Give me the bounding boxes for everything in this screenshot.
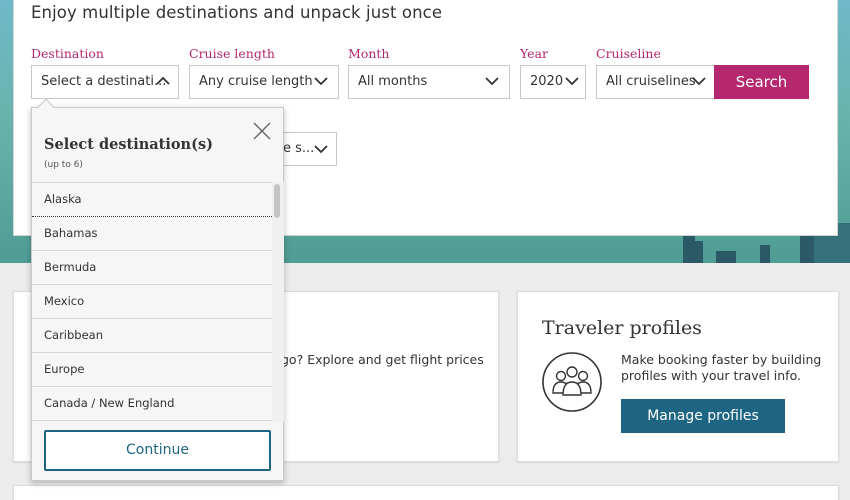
destination-option[interactable]: Europe	[32, 353, 272, 387]
traveler-profiles-text-line1: Make booking faster by building	[621, 352, 822, 367]
month-select[interactable]: All months	[348, 65, 510, 99]
scrollbar-thumb[interactable]	[274, 184, 280, 218]
people-group-icon	[541, 351, 603, 413]
ship-select-value: e s...	[283, 141, 315, 156]
bottom-card	[13, 485, 839, 500]
month-label: Month	[348, 46, 390, 61]
destination-label: Destination	[31, 46, 104, 61]
flight-card-text: go? Explore and get flight prices	[281, 352, 484, 367]
traveler-profiles-text-line2: profiles with your travel info.	[621, 368, 801, 383]
destination-option[interactable]: Caribbean	[32, 319, 272, 353]
dropdown-footer: Continue	[32, 422, 283, 480]
city-building	[695, 241, 703, 263]
destination-option[interactable]: Bahamas	[32, 217, 272, 251]
manage-profiles-button[interactable]: Manage profiles	[621, 399, 785, 433]
chevron-down-icon	[485, 76, 499, 86]
ship-select[interactable]: e s...	[280, 132, 337, 166]
destination-option[interactable]: Canada / New England	[32, 387, 272, 421]
cruise-length-label: Cruise length	[189, 46, 275, 61]
dropdown-scrollbar[interactable]	[272, 182, 284, 422]
chevron-up-icon	[156, 76, 170, 86]
destination-option[interactable]: Alaska	[32, 183, 272, 217]
continue-button[interactable]: Continue	[44, 430, 271, 471]
destination-list[interactable]: Alaska Bahamas Bermuda Mexico Caribbean …	[32, 182, 272, 422]
cruiseline-label: Cruiseline	[596, 46, 661, 61]
dropdown-title: Select destination(s)	[44, 136, 213, 153]
chevron-down-icon	[692, 76, 706, 86]
cruise-length-select[interactable]: Any cruise length	[189, 65, 339, 99]
dropdown-subtitle: (up to 6)	[44, 160, 83, 170]
year-label: Year	[520, 46, 548, 61]
traveler-profiles-title: Traveler profiles	[542, 317, 702, 339]
cruiseline-select[interactable]: All cruiselines	[596, 65, 717, 99]
chevron-down-icon	[565, 76, 579, 86]
destination-select[interactable]: Select a destinati...	[31, 65, 179, 99]
city-building	[716, 251, 736, 263]
search-button[interactable]: Search	[714, 65, 809, 99]
destination-option[interactable]: Mexico	[32, 285, 272, 319]
city-building	[760, 245, 770, 263]
traveler-profiles-card: Traveler profiles Make booking faster by…	[517, 291, 839, 462]
chevron-down-icon	[314, 144, 328, 154]
close-icon[interactable]	[253, 122, 271, 140]
destination-dropdown: Select destination(s) (up to 6) Alaska B…	[31, 98, 284, 481]
year-select[interactable]: 2020	[520, 65, 586, 99]
destination-option[interactable]: Bermuda	[32, 251, 272, 285]
chevron-down-icon	[314, 76, 328, 86]
page-headline: Enjoy multiple destinations and unpack j…	[31, 3, 443, 22]
city-building	[800, 235, 814, 263]
